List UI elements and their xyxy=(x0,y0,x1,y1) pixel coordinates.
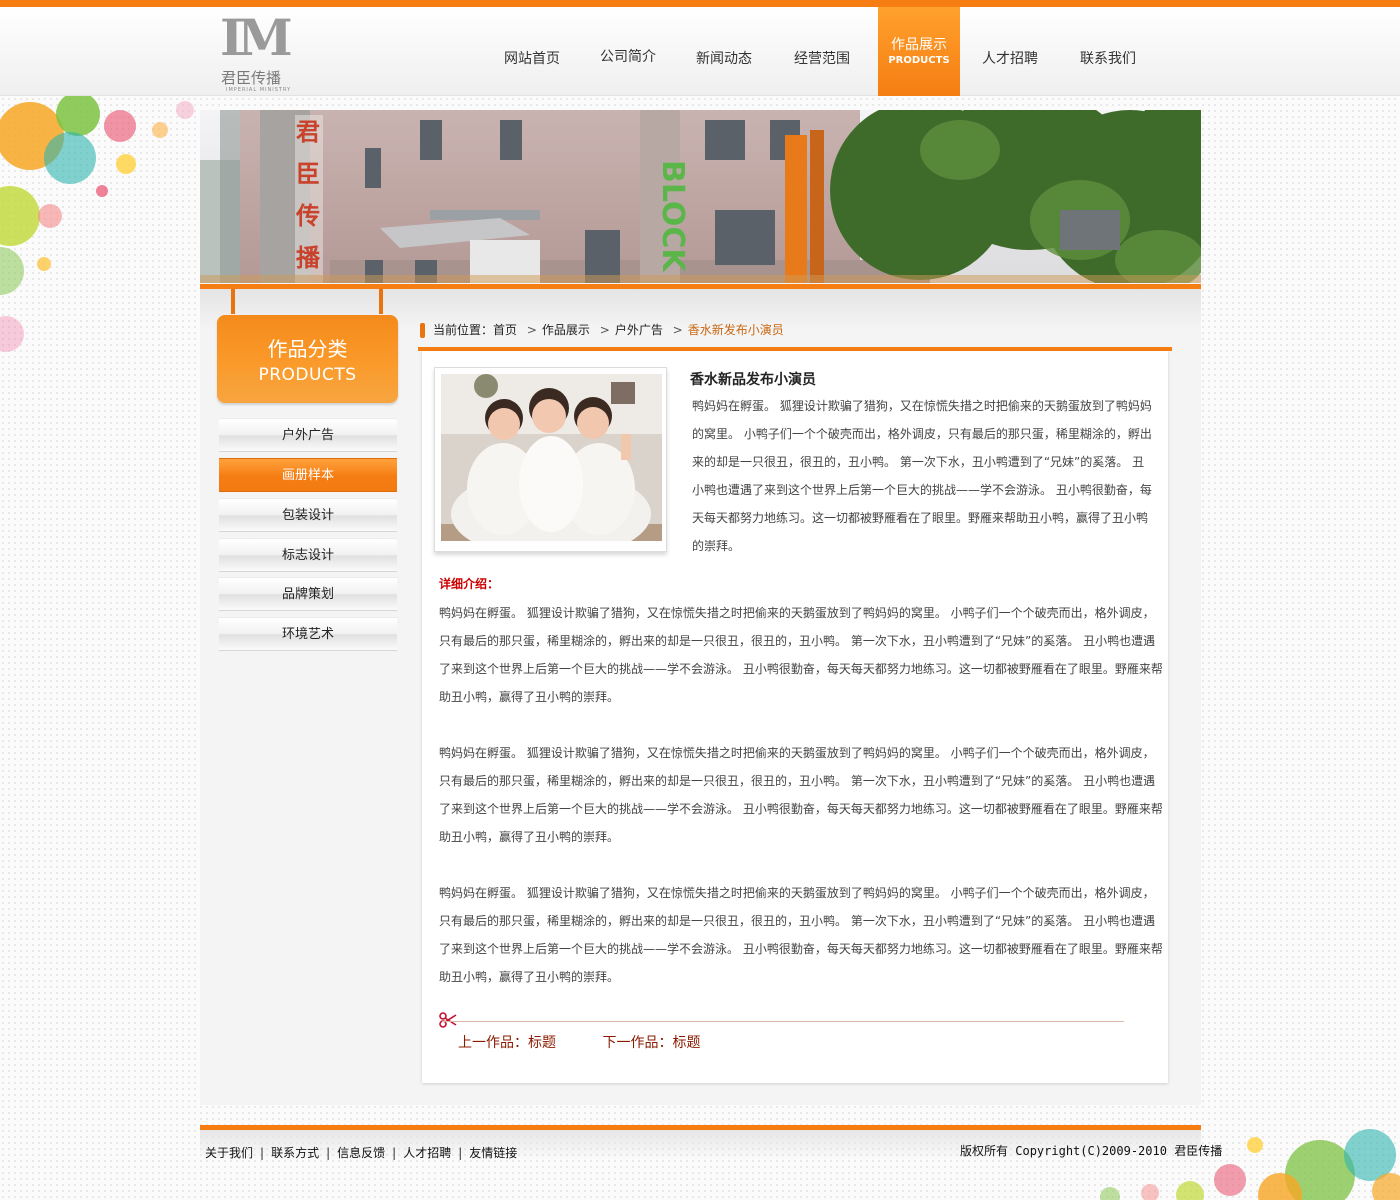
category-title: 作品分类 xyxy=(267,337,348,361)
sidebar-item-outdoor-ads[interactable]: 户外广告 xyxy=(219,418,397,452)
footer-link-friends[interactable]: 友情链接 xyxy=(469,1146,517,1160)
nav-item-sublabel: PRODUCTS xyxy=(888,55,950,66)
detail-paragraph: 鸭妈妈在孵蛋。 狐狸设计欺骗了猎狗，又在惊慌失措之时把偷来的天鹅蛋放到了鸭妈妈的… xyxy=(439,886,1163,984)
detail-label: 详细介绍： xyxy=(439,577,500,591)
svg-text:BLOCK: BLOCK xyxy=(655,160,690,273)
footer-link-about[interactable]: 关于我们 xyxy=(205,1146,253,1160)
footer-link-feedback[interactable]: 信息反馈 xyxy=(337,1146,385,1160)
copyright-text: Copyright(C)2009-2010 xyxy=(1008,1144,1175,1158)
previous-work-link[interactable]: 上一作品：标题 xyxy=(458,1035,556,1051)
logo-name-cn: 君臣传播 xyxy=(221,69,282,87)
site-header: IM 君臣传播 IMPERIAL MINISTRY 网站首页 公司简介 新闻动态… xyxy=(0,7,1400,96)
detail-paragraph: 鸭妈妈在孵蛋。 狐狸设计欺骗了猎狗，又在惊慌失措之时把偷来的天鹅蛋放到了鸭妈妈的… xyxy=(439,606,1163,704)
main-panel: BLOCK 君 臣 传 播 作品分类 PRODUCTS 户外广告 画册样本 包装… xyxy=(200,110,1201,1105)
sidebar-item-packaging[interactable]: 包装设计 xyxy=(219,498,397,532)
nav-item-business[interactable]: 经营范围 xyxy=(781,7,863,96)
footer-link-contact[interactable]: 联系方式 xyxy=(271,1146,319,1160)
nav-item-label: 新闻动态 xyxy=(696,51,752,67)
banner-image: BLOCK 君 臣 传 播 xyxy=(200,110,1201,283)
svg-text:播: 播 xyxy=(296,244,321,272)
sidebar-item-logo-design[interactable]: 标志设计 xyxy=(219,538,397,572)
top-accent-line xyxy=(0,0,1400,7)
scissors-icon xyxy=(439,1012,457,1028)
nav-item-news[interactable]: 新闻动态 xyxy=(683,7,765,96)
breadcrumb-marker xyxy=(420,323,425,338)
work-summary: 鸭妈妈在孵蛋。 狐狸设计欺骗了猎狗，又在惊慌失措之时把偷来的天鹅蛋放到了鸭妈妈的… xyxy=(692,399,1152,553)
chevron-right-icon: > xyxy=(672,323,683,337)
copyright-prefix: 版权所有 xyxy=(960,1144,1009,1158)
nav-item-label: 作品展示 xyxy=(891,37,947,53)
work-detail-card: 香水新品发布小演员 鸭妈妈在孵蛋。 狐狸设计欺骗了猎狗，又在惊慌失措之时把偷来的… xyxy=(422,351,1168,1083)
footer-separator: | xyxy=(326,1146,331,1160)
detail-paragraph: 鸭妈妈在孵蛋。 狐狸设计欺骗了猎狗，又在惊慌失措之时把偷来的天鹅蛋放到了鸭妈妈的… xyxy=(439,746,1163,844)
sidebar-item-brand-planning[interactable]: 品牌策划 xyxy=(219,577,397,611)
footer-separator: | xyxy=(260,1146,265,1160)
divider-line xyxy=(442,1021,1124,1022)
category-subtitle: PRODUCTS xyxy=(258,365,357,385)
svg-text:君: 君 xyxy=(296,118,320,146)
work-photo[interactable] xyxy=(434,367,667,552)
nav-item-label: 公司简介 xyxy=(600,49,656,65)
nav-item-contact[interactable]: 联系我们 xyxy=(1067,7,1149,96)
breadcrumb-current: 香水新发布小演员 xyxy=(687,323,784,337)
chevron-right-icon: > xyxy=(599,323,610,337)
photo-three-girls xyxy=(441,374,662,541)
decorative-bubbles-left xyxy=(0,96,194,352)
hanger-left xyxy=(231,289,235,314)
nav-item-about[interactable]: 公司简介 xyxy=(587,7,669,96)
svg-text:臣: 臣 xyxy=(296,160,320,188)
breadcrumb-category[interactable]: 户外广告 xyxy=(615,323,663,337)
copyright: 版权所有 Copyright(C)2009-2010 君臣传播 xyxy=(960,1142,1222,1159)
detail-body: 鸭妈妈在孵蛋。 狐狸设计欺骗了猎狗，又在惊慌失措之时把偷来的天鹅蛋放到了鸭妈妈的… xyxy=(439,599,1163,1019)
copyright-brand: 君臣传播 xyxy=(1174,1144,1223,1158)
footer-separator: | xyxy=(458,1146,463,1160)
work-title: 香水新品发布小演员 xyxy=(690,372,816,388)
breadcrumb-products[interactable]: 作品展示 xyxy=(542,323,590,337)
nav-item-label: 网站首页 xyxy=(504,51,560,67)
logo-mark: IM xyxy=(220,8,293,67)
prev-next-nav: 上一作品：标题 下一作品：标题 xyxy=(458,1032,700,1052)
next-work-link[interactable]: 下一作品：标题 xyxy=(602,1035,700,1051)
hanger-right xyxy=(379,289,383,314)
breadcrumb-home[interactable]: 首页 xyxy=(493,323,517,337)
footer-link-jobs[interactable]: 人才招聘 xyxy=(403,1146,451,1160)
nav-item-label: 联系我们 xyxy=(1080,51,1136,67)
nav-item-products[interactable]: 作品展示 PRODUCTS xyxy=(878,7,960,96)
sidebar-item-environment-art[interactable]: 环境艺术 xyxy=(219,617,397,651)
nav-item-jobs[interactable]: 人才招聘 xyxy=(969,7,1051,96)
svg-text:传: 传 xyxy=(295,202,320,230)
chevron-right-icon: > xyxy=(526,323,537,337)
footer-separator: | xyxy=(392,1146,397,1160)
logo-name-en: IMPERIAL MINISTRY xyxy=(226,87,292,93)
category-header: 作品分类 PRODUCTS xyxy=(217,315,398,403)
sidebar-item-brochures[interactable]: 画册样本 xyxy=(219,458,397,492)
footer-links: 关于我们 | 联系方式 | 信息反馈 | 人才招聘 | 友情链接 xyxy=(205,1144,517,1161)
breadcrumb-prefix: 当前位置： xyxy=(433,323,494,337)
site-logo[interactable]: IM 君臣传播 IMPERIAL MINISTRY xyxy=(220,11,296,95)
nav-item-label: 人才招聘 xyxy=(982,51,1038,67)
nav-item-home[interactable]: 网站首页 xyxy=(491,7,573,96)
nav-item-label: 经营范围 xyxy=(794,51,850,67)
